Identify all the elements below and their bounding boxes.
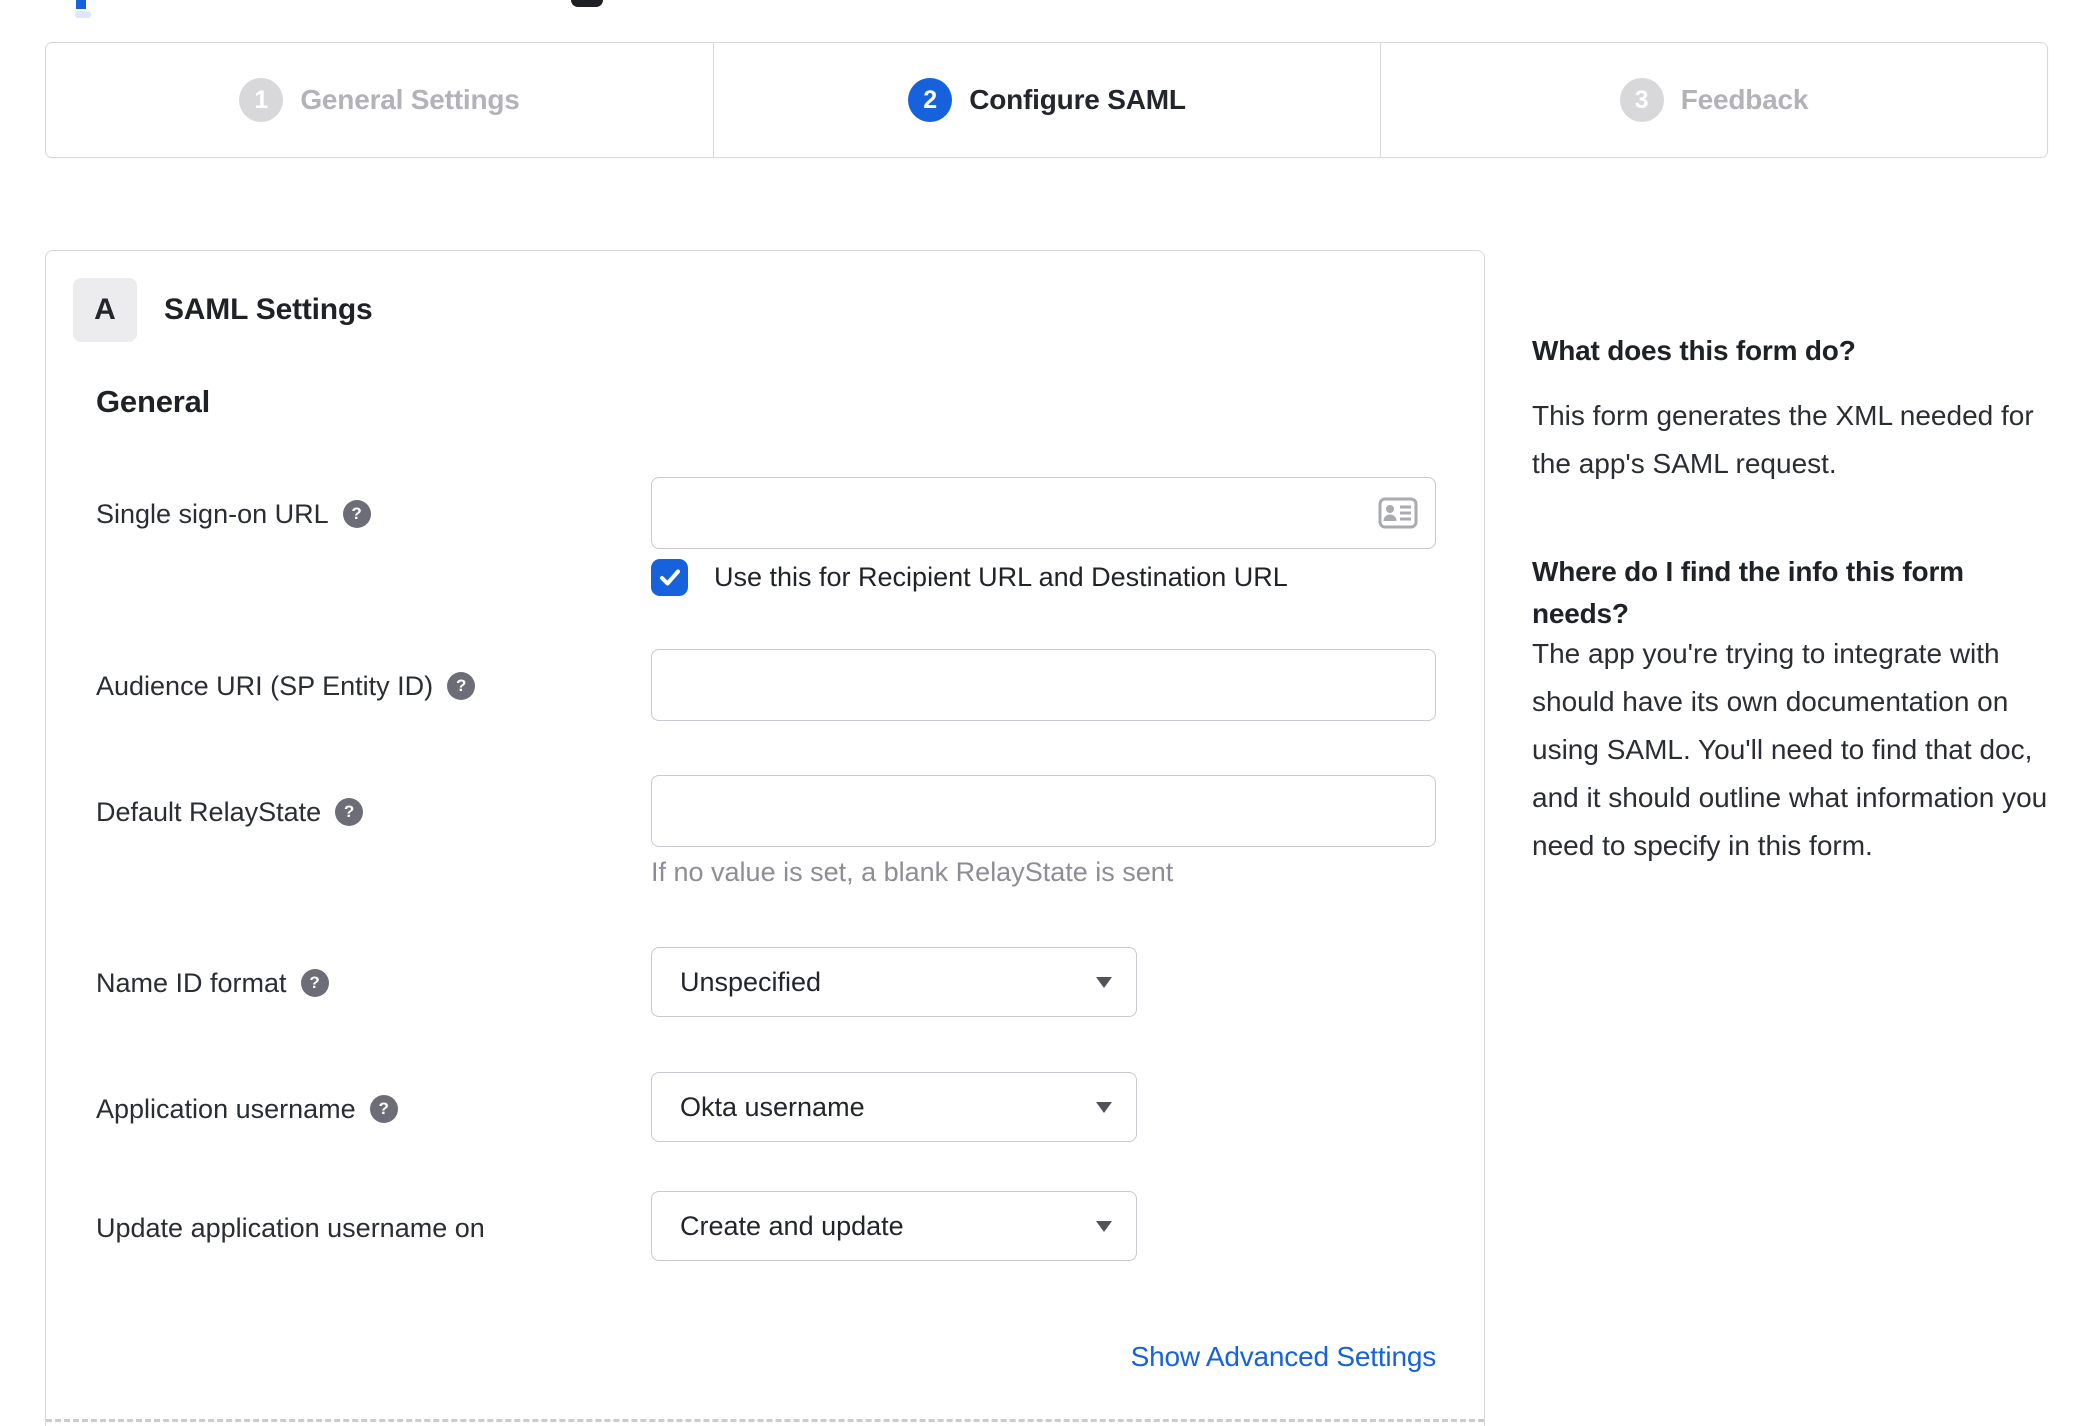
name-id-format-label: Name ID format ? <box>96 968 329 999</box>
show-advanced-settings-link[interactable]: Show Advanced Settings <box>651 1341 1437 1373</box>
step-configure-saml[interactable]: 2 Configure SAML <box>713 43 1380 157</box>
default-relaystate-label: Default RelayState ? <box>96 797 364 828</box>
update-application-username-label: Update application username on <box>96 1213 485 1243</box>
audience-uri-input[interactable] <box>651 649 1436 721</box>
name-id-format-select[interactable]: Unspecified <box>651 947 1137 1017</box>
help-icon[interactable]: ? <box>342 499 371 528</box>
recipient-url-checkbox-label: Use this for Recipient URL and Destinati… <box>714 561 1288 592</box>
step-general-settings[interactable]: 1 General Settings <box>46 43 713 157</box>
use-for-recipient-url-checkbox[interactable] <box>651 558 688 596</box>
general-group-heading: General <box>96 384 211 419</box>
chevron-down-icon <box>1096 976 1112 988</box>
saml-settings-card: A SAML Settings General Single sign-on U… <box>45 250 1485 1426</box>
checkmark-icon <box>659 569 680 586</box>
step-3-number-badge: 3 <box>1619 78 1664 122</box>
step-feedback[interactable]: 3 Feedback <box>1380 43 2047 157</box>
wizard-stepper: 1 General Settings 2 Configure SAML 3 Fe… <box>45 42 2048 158</box>
section-dashed-divider <box>46 1419 1484 1422</box>
step-1-label: General Settings <box>300 84 520 115</box>
name-id-format-value: Unspecified <box>680 966 822 997</box>
sidebar-heading-where: Where do I find the info this form needs… <box>1532 556 1964 629</box>
clipped-header-fragment-blue-faint <box>75 11 91 18</box>
configure-saml-page: 1 General Settings 2 Configure SAML 3 Fe… <box>0 0 2092 1426</box>
help-icon[interactable]: ? <box>369 1094 398 1123</box>
default-relaystate-input[interactable] <box>651 775 1436 847</box>
step-1-number-badge: 1 <box>239 78 284 122</box>
clipped-header-logo-fragment <box>571 0 603 7</box>
chevron-down-icon <box>1096 1101 1112 1113</box>
step-2-number-badge: 2 <box>908 78 953 122</box>
help-icon[interactable]: ? <box>300 968 329 997</box>
step-3-label: Feedback <box>1680 84 1809 115</box>
sidebar-paragraph-where: The app you're trying to integrate with … <box>1532 638 2048 861</box>
relaystate-hint: If no value is set, a blank RelayState i… <box>651 857 1174 887</box>
help-icon[interactable]: ? <box>447 671 476 700</box>
update-application-username-select[interactable]: Create and update <box>651 1191 1137 1261</box>
step-2-label: Configure SAML <box>969 84 1186 115</box>
recipient-url-checkbox-row: Use this for Recipient URL and Destinati… <box>651 557 1288 597</box>
audience-uri-label: Audience URI (SP Entity ID) ? <box>96 671 476 702</box>
section-a-badge: A <box>73 278 137 342</box>
single-sign-on-url-label: Single sign-on URL ? <box>96 499 371 530</box>
update-application-username-value: Create and update <box>680 1210 904 1241</box>
sidebar-heading-what: What does this form do? <box>1532 335 1856 366</box>
help-icon[interactable]: ? <box>335 797 364 826</box>
application-username-label: Application username ? <box>96 1094 398 1125</box>
clipped-header-fragment-blue <box>76 0 86 9</box>
sidebar-paragraph-what: This form generates the XML needed for t… <box>1532 400 2034 479</box>
application-username-value: Okta username <box>680 1091 865 1122</box>
section-title: SAML Settings <box>164 293 373 326</box>
application-username-select[interactable]: Okta username <box>651 1072 1137 1142</box>
chevron-down-icon <box>1096 1220 1112 1232</box>
single-sign-on-url-input[interactable] <box>651 477 1436 549</box>
